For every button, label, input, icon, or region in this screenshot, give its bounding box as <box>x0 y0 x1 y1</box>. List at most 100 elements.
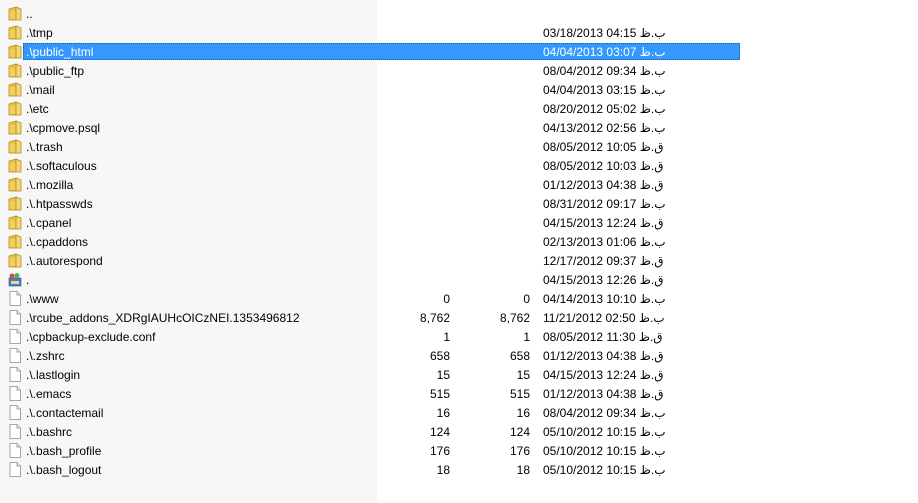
file-date: 12/17/2012 09:37 ق.ظ <box>543 254 664 268</box>
file-row[interactable]: .\www 0 0 04/14/2013 10:10 ب.ظ <box>0 290 918 309</box>
file-date: 05/10/2012 10:15 ب.ظ <box>543 425 666 439</box>
folder-icon <box>8 6 22 21</box>
file-date: 01/12/2013 04:38 ق.ظ <box>543 387 664 401</box>
file-date: 08/04/2012 09:34 ب.ظ <box>543 64 666 78</box>
file-row[interactable]: .\.lastlogin 15 15 04/15/2013 12:24 ق.ظ <box>0 366 918 385</box>
file-icon <box>8 291 22 306</box>
file-row[interactable]: .\mail 04/04/2013 03:15 ب.ظ <box>0 81 918 100</box>
folder-icon <box>8 82 22 97</box>
file-size-2: 124 <box>509 425 530 439</box>
file-date: 04/13/2012 02:56 ب.ظ <box>543 121 666 135</box>
file-size-2: 15 <box>516 368 530 382</box>
file-size-2: 658 <box>509 349 530 363</box>
file-name: .\cpmove.psql <box>26 121 101 135</box>
file-date: 08/31/2012 09:17 ب.ظ <box>543 197 666 211</box>
file-date: 04/04/2013 03:07 ب.ظ <box>543 45 666 59</box>
file-date: 04/14/2013 10:10 ب.ظ <box>543 292 666 306</box>
file-icon <box>8 367 22 382</box>
file-size: 8,762 <box>419 311 450 325</box>
file-date: 08/05/2012 10:05 ق.ظ <box>543 140 664 154</box>
file-size-2: 1 <box>523 330 530 344</box>
file-size-2: 515 <box>509 387 530 401</box>
file-size: 515 <box>429 387 450 401</box>
file-name: .\.mozilla <box>26 178 74 192</box>
file-row[interactable]: .\.autorespond 12/17/2012 09:37 ق.ظ <box>0 252 918 271</box>
file-name: .\cpbackup-exclude.conf <box>26 330 156 344</box>
file-name: .\.lastlogin <box>26 368 81 382</box>
file-date: 04/15/2013 12:24 ق.ظ <box>543 368 664 382</box>
file-date: 01/12/2013 04:38 ق.ظ <box>543 349 664 363</box>
app-icon <box>8 272 22 287</box>
folder-icon <box>8 25 22 40</box>
file-name: .\.cpanel <box>26 216 72 230</box>
file-name: .\rcube_addons_XDRgIAUHcOICzNEI.13534968… <box>26 311 300 325</box>
file-date: 05/10/2012 10:15 ب.ظ <box>543 444 666 458</box>
folder-icon <box>8 120 22 135</box>
file-row[interactable]: .\.contactemail 16 16 08/04/2012 09:34 ب.ظ <box>0 404 918 423</box>
file-row[interactable]: .\.trash 08/05/2012 10:05 ق.ظ <box>0 138 918 157</box>
file-row[interactable]: .\.bashrc 124 124 05/10/2012 10:15 ب.ظ <box>0 423 918 442</box>
file-date: 04/15/2013 12:24 ق.ظ <box>543 216 664 230</box>
file-row[interactable]: . 04/15/2013 12:26 ق.ظ <box>0 271 918 290</box>
file-date: 04/04/2013 03:15 ب.ظ <box>543 83 666 97</box>
file-row[interactable]: .\.htpasswds 08/31/2012 09:17 ب.ظ <box>0 195 918 214</box>
file-icon <box>8 405 22 420</box>
file-row[interactable]: .\.softaculous 08/05/2012 10:03 ق.ظ <box>0 157 918 176</box>
file-name: .\tmp <box>26 26 53 40</box>
file-row[interactable]: .\rcube_addons_XDRgIAUHcOICzNEI.13534968… <box>0 309 918 328</box>
file-name: .\.cpaddons <box>26 235 89 249</box>
file-name: .\.emacs <box>26 387 72 401</box>
file-row[interactable]: .\.cpanel 04/15/2013 12:24 ق.ظ <box>0 214 918 233</box>
file-icon <box>8 348 22 363</box>
file-name: .\.autorespond <box>26 254 103 268</box>
file-date: 08/20/2012 05:02 ب.ظ <box>543 102 666 116</box>
file-name: .\public_html <box>26 45 94 59</box>
folder-icon <box>8 158 22 173</box>
folder-icon <box>8 63 22 78</box>
file-row[interactable]: .\.bash_logout 18 18 05/10/2012 10:15 ب.ظ <box>0 461 918 480</box>
file-row[interactable]: .\.zshrc 658 658 01/12/2013 04:38 ق.ظ <box>0 347 918 366</box>
file-name: .\.zshrc <box>26 349 65 363</box>
file-date: 11/21/2012 02:50 ب.ظ <box>543 311 665 325</box>
file-name: .\.trash <box>26 140 63 154</box>
file-name: .\mail <box>26 83 55 97</box>
file-icon <box>8 462 22 477</box>
file-row[interactable]: .. <box>0 5 918 24</box>
file-size: 658 <box>429 349 450 363</box>
file-size-2: 0 <box>523 292 530 306</box>
file-size-2: 8,762 <box>499 311 530 325</box>
file-icon <box>8 310 22 325</box>
file-icon <box>8 329 22 344</box>
file-icon <box>8 424 22 439</box>
file-row[interactable]: .\cpbackup-exclude.conf 1 1 08/05/2012 11:3… <box>0 328 918 347</box>
file-row[interactable]: .\public_ftp 08/04/2012 09:34 ب.ظ <box>0 62 918 81</box>
file-row[interactable]: .\cpmove.psql 04/13/2012 02:56 ب.ظ <box>0 119 918 138</box>
file-size-2: 16 <box>516 406 530 420</box>
file-size: 15 <box>436 368 450 382</box>
file-size: 1 <box>443 330 450 344</box>
folder-icon <box>8 177 22 192</box>
file-row[interactable]: .\tmp 03/18/2013 04:15 ب.ظ <box>0 24 918 43</box>
file-row[interactable]: .\.emacs 515 515 01/12/2013 04:38 ق.ظ <box>0 385 918 404</box>
file-size: 18 <box>436 463 450 477</box>
file-row[interactable]: .\.mozilla 01/12/2013 04:38 ق.ظ <box>0 176 918 195</box>
folder-icon <box>8 215 22 230</box>
file-row[interactable]: .\public_html 04/04/2013 03:07 ب.ظ <box>0 43 918 62</box>
file-size: 176 <box>429 444 450 458</box>
file-icon <box>8 386 22 401</box>
file-name: .. <box>26 7 33 21</box>
file-date: 04/15/2013 12:26 ق.ظ <box>543 273 664 287</box>
file-name: .\.bashrc <box>26 425 73 439</box>
file-date: 08/05/2012 11:30 ق.ظ <box>543 330 663 344</box>
file-row[interactable]: .\.cpaddons 02/13/2013 01:06 ب.ظ <box>0 233 918 252</box>
file-name: .\.contactemail <box>26 406 104 420</box>
folder-icon <box>8 196 22 211</box>
file-row[interactable]: .\.bash_profile 176 176 05/10/2012 10:15 ب.… <box>0 442 918 461</box>
file-date: 03/18/2013 04:15 ب.ظ <box>543 26 666 40</box>
file-size: 16 <box>436 406 450 420</box>
file-row[interactable]: .\etc 08/20/2012 05:02 ب.ظ <box>0 100 918 119</box>
file-date: 08/04/2012 09:34 ب.ظ <box>543 406 666 420</box>
file-size: 0 <box>443 292 450 306</box>
file-name: .\.bash_logout <box>26 463 102 477</box>
file-date: 08/05/2012 10:03 ق.ظ <box>543 159 664 173</box>
